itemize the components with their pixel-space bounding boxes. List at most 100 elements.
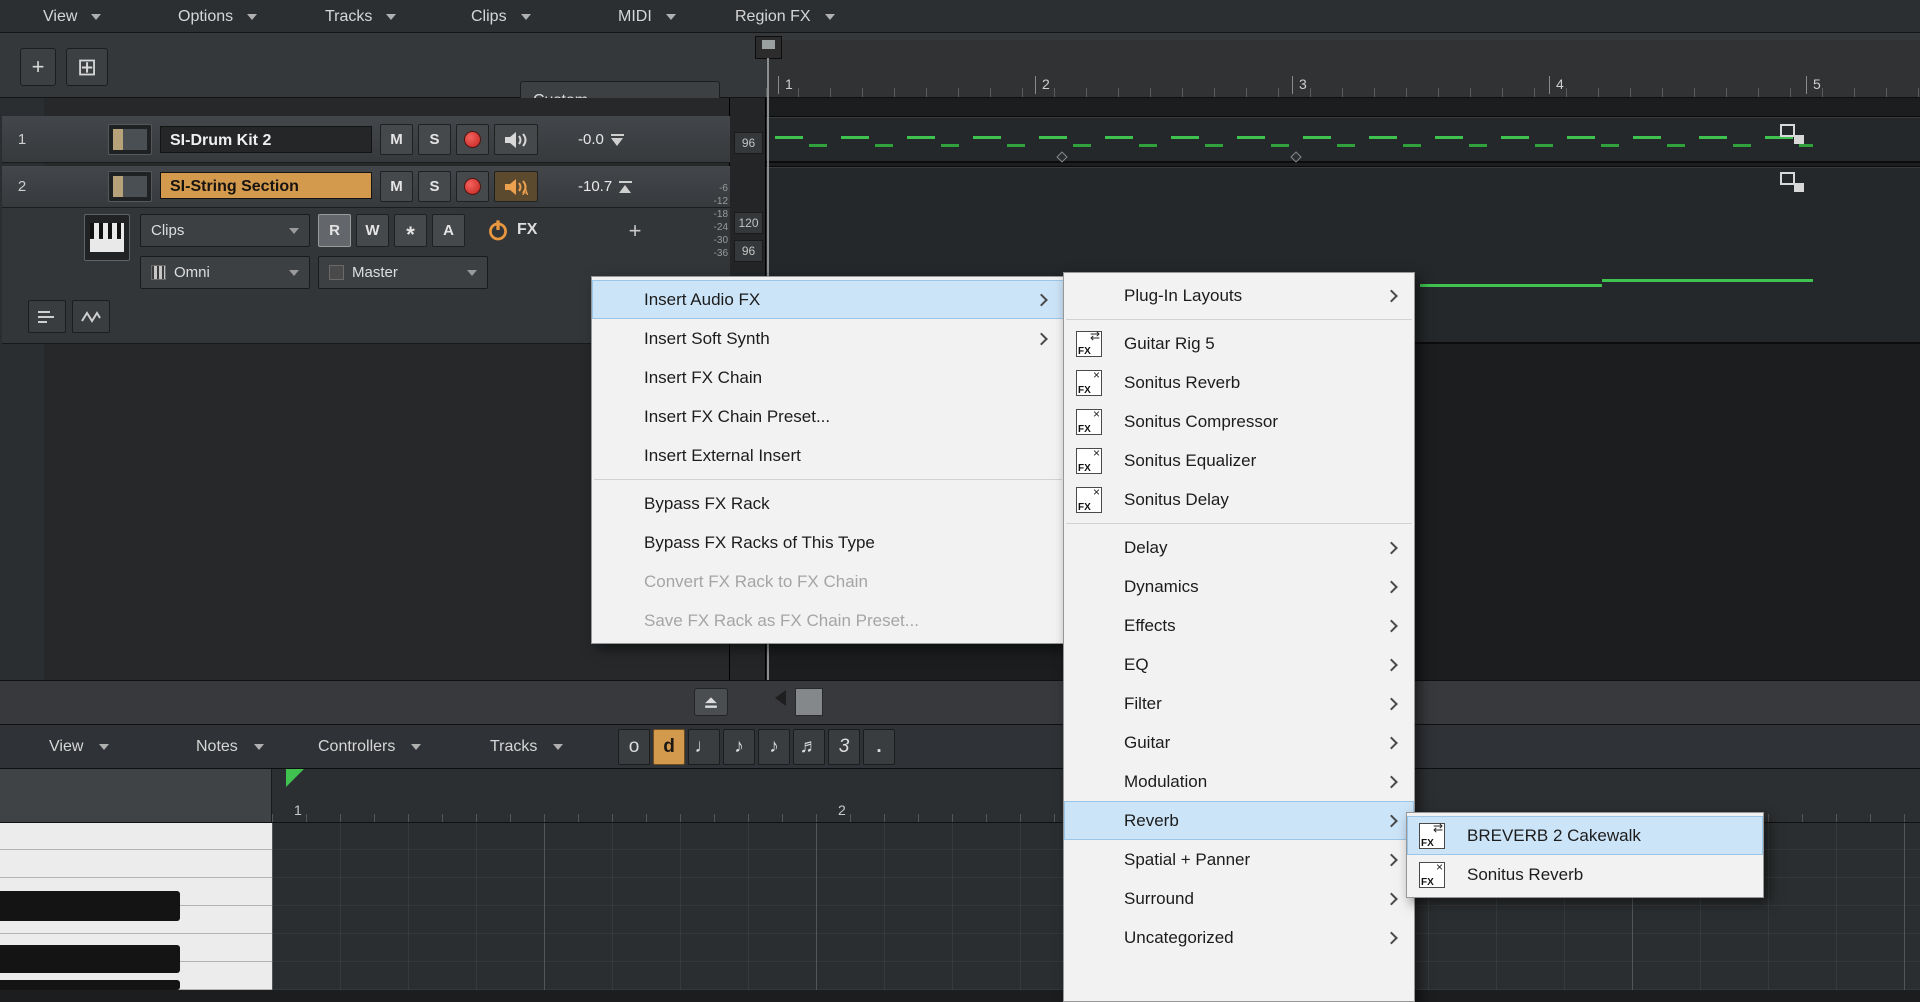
track-sort-button[interactable] <box>28 300 66 333</box>
menu-view[interactable]: View <box>49 725 110 769</box>
menu-clips[interactable]: Clips <box>471 0 531 33</box>
menu-item-uncategorized-category[interactable]: Uncategorized <box>1064 918 1414 957</box>
menu-midi[interactable]: MIDI <box>618 0 676 33</box>
menu-item-sonitus-compressor[interactable]: × FX Sonitus Compressor <box>1064 402 1414 441</box>
menu-item-effects-category[interactable]: Effects <box>1064 606 1414 645</box>
mute-button[interactable]: M <box>380 171 413 202</box>
menu-item-surround-category[interactable]: Surround <box>1064 879 1414 918</box>
duplicate-button[interactable]: ⊞ <box>66 48 108 86</box>
black-key[interactable] <box>0 980 180 990</box>
menu-item-insert-soft-synth[interactable]: Insert Soft Synth <box>592 319 1064 358</box>
note-quarter-button[interactable]: ♩ <box>688 729 720 765</box>
menu-item-eq-category[interactable]: EQ <box>1064 645 1414 684</box>
clip-lane-track1[interactable] <box>766 116 1920 163</box>
menu-item-bypass-fx-racks-type[interactable]: Bypass FX Racks of This Type <box>592 523 1064 562</box>
clips-view-dropdown[interactable]: Clips <box>140 214 310 247</box>
menu-label: Tracks <box>325 7 373 25</box>
fx-power-button[interactable] <box>487 219 509 241</box>
add-track-button[interactable]: + <box>20 48 56 86</box>
input-dropdown[interactable]: Omni <box>140 256 310 289</box>
piano-roll-corner <box>0 769 272 823</box>
menu-item-filter-category[interactable]: Filter <box>1064 684 1414 723</box>
menu-item-label: Guitar <box>1124 732 1171 752</box>
menu-item-insert-audio-fx[interactable]: Insert Audio FX <box>592 280 1064 319</box>
snap-button[interactable]: * <box>394 214 427 247</box>
midi-track-icon[interactable] <box>84 214 130 261</box>
menu-item-delay-category[interactable]: Delay <box>1064 528 1414 567</box>
add-fx-button[interactable]: + <box>620 214 650 247</box>
menu-notes[interactable]: Notes <box>196 725 264 769</box>
menu-tracks[interactable]: Tracks <box>325 0 397 33</box>
track-icon-button[interactable] <box>108 171 152 202</box>
mute-button[interactable]: M <box>380 124 413 155</box>
submenu-arrow-icon <box>1385 619 1398 632</box>
record-arm-button[interactable] <box>456 171 489 202</box>
gain-readout[interactable]: -0.0 <box>578 124 624 155</box>
automation-read-button[interactable]: R <box>318 214 351 247</box>
piano-keyboard[interactable] <box>0 823 272 990</box>
menu-options[interactable]: Options <box>178 0 258 33</box>
track-icon-button[interactable] <box>108 124 152 155</box>
track-name-selected[interactable]: SI-String Section <box>160 172 372 199</box>
black-key[interactable] <box>0 891 180 921</box>
track-name[interactable]: SI-Drum Kit 2 <box>160 126 372 153</box>
menu-item-guitar-category[interactable]: Guitar <box>1064 723 1414 762</box>
black-key[interactable] <box>0 945 180 973</box>
note-sixteenth-button[interactable]: ♪ <box>758 729 790 765</box>
menu-item-reverb-category[interactable]: Reverb <box>1064 801 1414 840</box>
automation-lane-button[interactable] <box>72 300 110 333</box>
menu-region-fx[interactable]: Region FX <box>735 0 835 33</box>
clip-icon[interactable] <box>1780 172 1804 192</box>
scrollbar-thumb[interactable] <box>795 688 823 716</box>
menu-item-sonitus-equalizer[interactable]: × FX Sonitus Equalizer <box>1064 441 1414 480</box>
menu-item-sonitus-delay[interactable]: × FX Sonitus Delay <box>1064 480 1414 519</box>
menu-item-spatial-panner-category[interactable]: Spatial + Panner <box>1064 840 1414 879</box>
note-eighth-button[interactable]: ♪ <box>723 729 755 765</box>
submenu-arrow-icon <box>1385 853 1398 866</box>
db-label: -36 <box>713 248 728 259</box>
scroll-left-icon[interactable] <box>775 690 786 706</box>
menu-item-label: Sonitus Reverb <box>1467 864 1584 884</box>
clip-icon[interactable] <box>1780 124 1804 144</box>
note-triplet-button[interactable]: 3 <box>828 729 860 765</box>
output-icon <box>329 265 344 280</box>
menu-item-sonitus-reverb[interactable]: × FX Sonitus Reverb <box>1407 855 1763 894</box>
playhead-marker[interactable] <box>755 36 782 59</box>
menu-item-insert-fx-chain-preset[interactable]: Insert FX Chain Preset... <box>592 397 1064 436</box>
splitter-bar[interactable] <box>0 680 1920 725</box>
menu-item-plug-in-layouts[interactable]: Plug-In Layouts <box>1064 276 1414 315</box>
solo-button[interactable]: S <box>418 171 451 202</box>
velocity-value: 96 <box>734 240 763 262</box>
eject-button[interactable] <box>694 688 728 716</box>
start-marker-icon[interactable] <box>286 769 304 787</box>
menu-view[interactable]: View <box>43 0 102 33</box>
menu-controllers[interactable]: Controllers <box>318 725 422 769</box>
menu-tracks[interactable]: Tracks <box>490 725 564 769</box>
menu-item-label: Reverb <box>1124 810 1179 830</box>
menu-item-breverb-2-cakewalk[interactable]: ⇄ FX BREVERB 2 Cakewalk <box>1407 816 1763 855</box>
gain-readout[interactable]: -10.7 <box>578 171 633 202</box>
menu-item-bypass-fx-rack[interactable]: Bypass FX Rack <box>592 484 1064 523</box>
timeline-ruler[interactable]: 1 2 3 4 5 <box>766 40 1920 98</box>
input-echo-button-active[interactable]: A <box>494 171 538 202</box>
menu-item-label: Sonitus Delay <box>1124 489 1229 509</box>
audition-button[interactable]: A <box>432 214 465 247</box>
record-arm-button[interactable] <box>456 124 489 155</box>
input-echo-button[interactable] <box>494 124 538 155</box>
note-whole-button[interactable]: o <box>618 729 650 765</box>
automation-write-button[interactable]: W <box>356 214 389 247</box>
menu-item-sonitus-reverb[interactable]: × FX Sonitus Reverb <box>1064 363 1414 402</box>
reverb-submenu: ⇄ FX BREVERB 2 Cakewalk × FX Sonitus Reverb <box>1406 812 1764 898</box>
menu-item-dynamics-category[interactable]: Dynamics <box>1064 567 1414 606</box>
menu-item-guitar-rig-5[interactable]: ⇄ FX Guitar Rig 5 <box>1064 324 1414 363</box>
menu-item-insert-fx-chain[interactable]: Insert FX Chain <box>592 358 1064 397</box>
solo-button[interactable]: S <box>418 124 451 155</box>
menu-item-label: Uncategorized <box>1124 927 1234 947</box>
menu-item-modulation-category[interactable]: Modulation <box>1064 762 1414 801</box>
output-dropdown[interactable]: Master <box>318 256 488 289</box>
speaker-a-icon: A <box>505 178 529 195</box>
note-dotted-button[interactable]: . <box>863 729 895 765</box>
note-half-button-selected[interactable]: d <box>653 729 685 765</box>
note-thirtysecond-button[interactable]: ♬ <box>793 729 825 765</box>
menu-item-insert-external-insert[interactable]: Insert External Insert <box>592 436 1064 475</box>
